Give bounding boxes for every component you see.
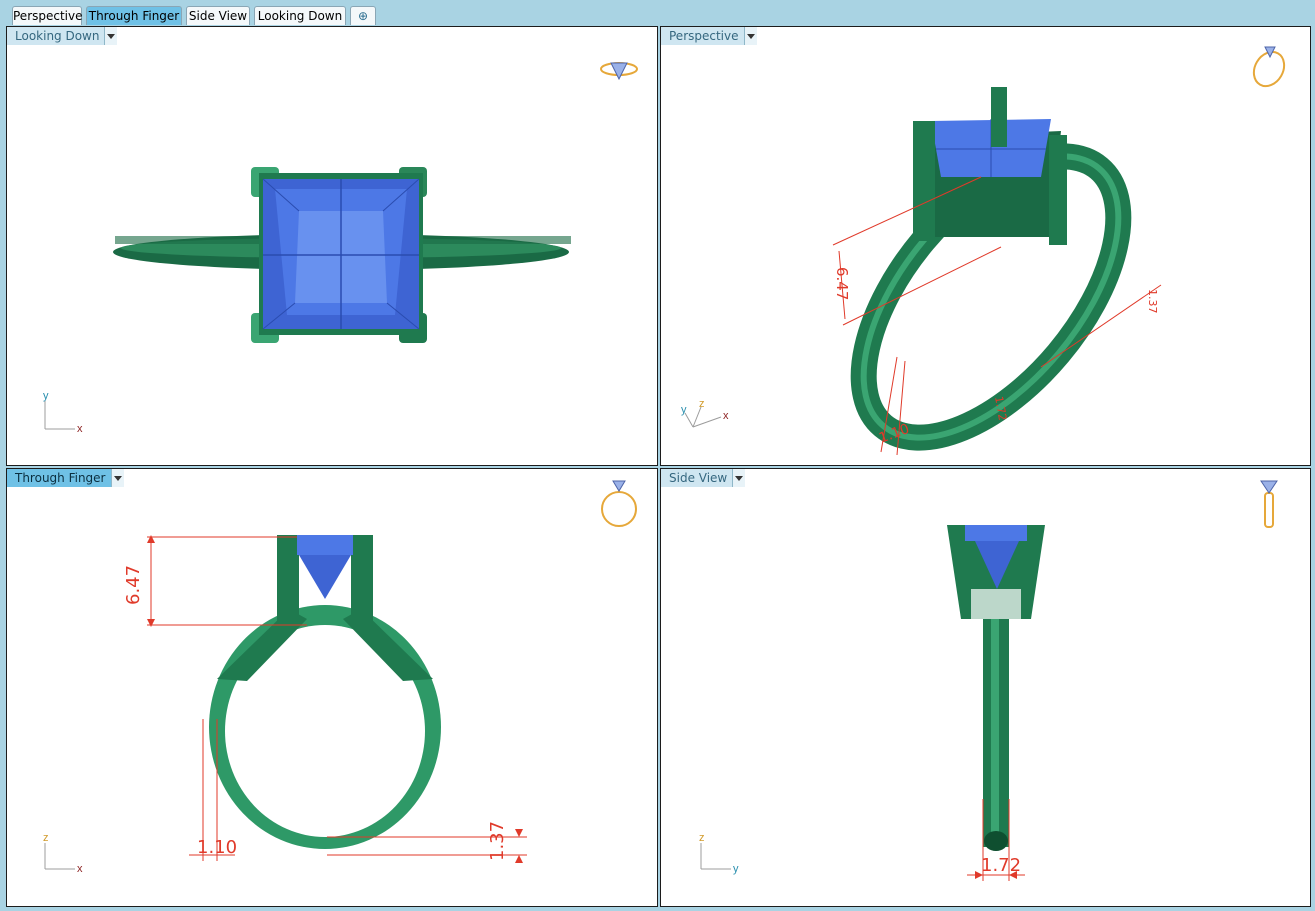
svg-text:1.72: 1.72 — [981, 855, 1021, 876]
viewport-menu-chevron-down-icon[interactable] — [732, 469, 746, 487]
svg-text:z: z — [699, 399, 705, 410]
perspective-render: 6.47 1.10 1.37 1.72 — [832, 46, 1286, 456]
tab-perspective[interactable]: Perspective — [12, 6, 83, 25]
ring-orientation-icon — [600, 62, 638, 81]
svg-text:x: x — [723, 410, 729, 422]
viewport-title[interactable]: Perspective — [661, 27, 757, 45]
ring-orientation-icon — [601, 480, 637, 527]
viewport-perspective[interactable]: 6.47 1.10 1.37 1.72 Perspective y z x — [660, 26, 1311, 466]
viewport-title-text: Through Finger — [15, 471, 106, 485]
svg-text:1.37: 1.37 — [487, 821, 508, 861]
svg-text:y: y — [43, 390, 49, 402]
svg-text:z: z — [699, 832, 705, 844]
viewport-through-finger[interactable]: 6.47 1.10 1.37 Through Finger z x — [6, 468, 658, 907]
viewport-looking-down[interactable]: Looking Down y x — [6, 26, 658, 466]
viewport-title[interactable]: Side View — [661, 469, 746, 487]
axis-indicator: z y — [699, 832, 739, 875]
svg-text:6.47: 6.47 — [123, 565, 144, 605]
viewport-menu-chevron-down-icon[interactable] — [110, 469, 124, 487]
svg-text:1.37: 1.37 — [1146, 289, 1159, 314]
svg-text:x: x — [77, 423, 83, 435]
svg-text:y: y — [681, 404, 687, 416]
viewport-grid: Looking Down y x 6.47 1.10 1.37 1.72 Per… — [4, 26, 1311, 909]
viewport-tab-bar: Perspective Through Finger Side View Loo… — [0, 0, 1315, 26]
ring-orientation-icon — [1260, 480, 1278, 528]
viewport-side-view[interactable]: 1.72 Side View z y — [660, 468, 1311, 907]
svg-text:x: x — [77, 863, 83, 875]
viewport-title-text: Looking Down — [15, 29, 100, 43]
viewport-title[interactable]: Looking Down — [7, 27, 118, 45]
axis-indicator: y x — [43, 390, 83, 435]
viewport-menu-chevron-down-icon[interactable] — [743, 27, 757, 45]
axis-indicator: z x — [43, 832, 83, 875]
svg-text:1.10: 1.10 — [197, 837, 237, 858]
viewport-title-text: Side View — [669, 471, 728, 485]
svg-text:6.47: 6.47 — [833, 267, 851, 300]
add-tab-button[interactable]: ⊕ — [350, 6, 376, 25]
viewport-title-text: Perspective — [669, 29, 739, 43]
svg-text:y: y — [733, 863, 739, 875]
svg-text:z: z — [43, 832, 49, 844]
viewport-title[interactable]: Through Finger — [7, 469, 124, 487]
viewport-menu-chevron-down-icon[interactable] — [104, 27, 118, 45]
tab-through-finger[interactable]: Through Finger — [86, 6, 182, 25]
tab-side-view[interactable]: Side View — [186, 6, 250, 25]
axis-indicator: y z x — [681, 399, 729, 428]
tab-looking-down[interactable]: Looking Down — [254, 6, 346, 25]
ring-orientation-icon — [1252, 46, 1286, 88]
